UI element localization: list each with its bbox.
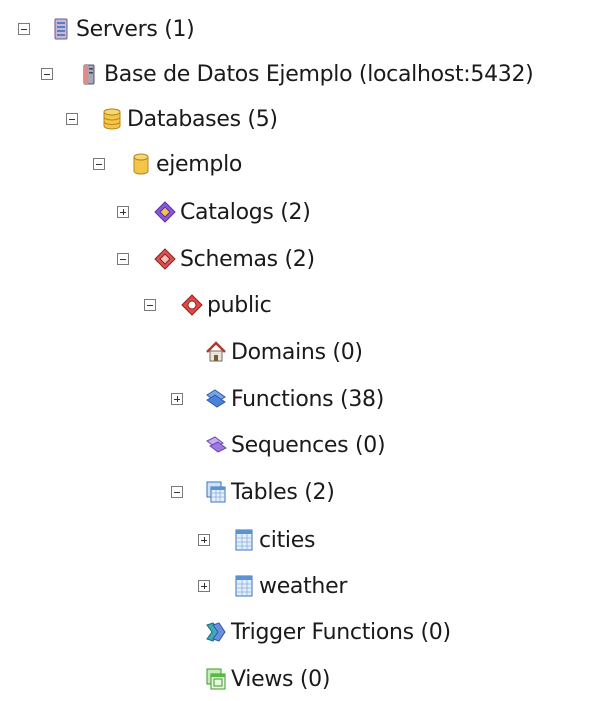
node-label: Base de Datos Ejemplo (localhost:5432) bbox=[104, 61, 534, 87]
node-label: Servers (1) bbox=[76, 16, 195, 42]
functions-icon bbox=[204, 387, 228, 411]
tree-node-databases[interactable]: Databases (5) bbox=[66, 97, 278, 141]
tree-node-table-cities[interactable]: cities bbox=[198, 518, 315, 562]
node-label: ejemplo bbox=[156, 151, 243, 177]
tree-node-tables[interactable]: Tables (2) bbox=[171, 470, 335, 514]
tree-node-views[interactable]: Views (0) bbox=[171, 657, 330, 701]
databases-icon bbox=[100, 107, 124, 131]
node-label: Databases (5) bbox=[127, 106, 278, 132]
tree-node-schemas[interactable]: Schemas (2) bbox=[117, 237, 315, 281]
expand-toggle[interactable] bbox=[198, 534, 210, 546]
tree-node-sequences[interactable]: Sequences (0) bbox=[171, 423, 386, 467]
node-label: Sequences (0) bbox=[231, 432, 386, 458]
views-icon bbox=[204, 667, 228, 691]
object-browser-tree: Servers (1) Base de Datos Ejemplo (local… bbox=[0, 0, 592, 693]
tables-icon bbox=[204, 480, 228, 504]
node-label: public bbox=[207, 292, 272, 318]
node-label: Views (0) bbox=[231, 666, 331, 692]
node-label: Domains (0) bbox=[231, 339, 363, 365]
node-label: Trigger Functions (0) bbox=[231, 619, 451, 645]
tree-node-database-ejemplo[interactable]: ejemplo bbox=[93, 142, 242, 186]
table-icon bbox=[232, 528, 256, 552]
node-label: Functions (38) bbox=[231, 386, 384, 412]
tree-node-server[interactable]: Base de Datos Ejemplo (localhost:5432) bbox=[41, 52, 534, 96]
server-icon bbox=[77, 62, 101, 86]
tree-node-catalogs[interactable]: Catalogs (2) bbox=[117, 190, 311, 234]
tree-node-domains[interactable]: Domains (0) bbox=[171, 330, 363, 374]
collapse-toggle[interactable] bbox=[18, 23, 30, 35]
trigger-functions-icon bbox=[204, 620, 228, 644]
domains-icon bbox=[204, 340, 228, 364]
node-label: Schemas (2) bbox=[180, 246, 315, 272]
expand-toggle[interactable] bbox=[198, 580, 210, 592]
catalogs-icon bbox=[153, 200, 177, 224]
node-label: cities bbox=[259, 527, 316, 553]
collapse-toggle[interactable] bbox=[93, 158, 105, 170]
table-icon bbox=[232, 574, 256, 598]
expand-toggle[interactable] bbox=[171, 393, 183, 405]
tree-node-functions[interactable]: Functions (38) bbox=[171, 377, 384, 421]
sequences-icon bbox=[204, 433, 228, 457]
servers-icon bbox=[49, 17, 73, 41]
collapse-toggle[interactable] bbox=[41, 68, 53, 80]
collapse-toggle[interactable] bbox=[144, 299, 156, 311]
database-icon bbox=[129, 152, 153, 176]
schemas-icon bbox=[153, 247, 177, 271]
collapse-toggle[interactable] bbox=[171, 486, 183, 498]
schema-icon bbox=[180, 293, 204, 317]
tree-node-table-weather[interactable]: weather bbox=[198, 564, 347, 608]
node-label: weather bbox=[259, 573, 348, 599]
expand-toggle[interactable] bbox=[117, 206, 129, 218]
node-label: Tables (2) bbox=[231, 479, 335, 505]
tree-node-trigger-functions[interactable]: Trigger Functions (0) bbox=[171, 610, 451, 654]
collapse-toggle[interactable] bbox=[117, 253, 129, 265]
tree-node-servers[interactable]: Servers (1) bbox=[18, 7, 195, 51]
collapse-toggle[interactable] bbox=[66, 113, 78, 125]
tree-node-schema-public[interactable]: public bbox=[144, 283, 272, 327]
node-label: Catalogs (2) bbox=[180, 199, 311, 225]
